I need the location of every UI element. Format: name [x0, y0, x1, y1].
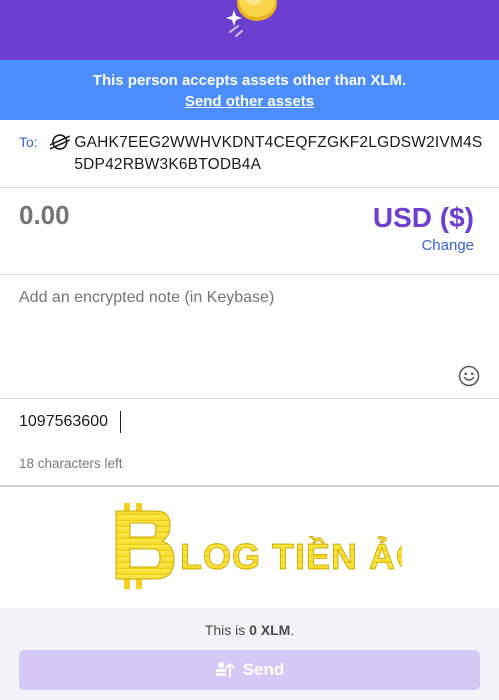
- amount-input[interactable]: [19, 200, 219, 231]
- note-area: [0, 275, 499, 399]
- balance-suffix: .: [290, 622, 295, 638]
- svg-text:LOG TIỀN ẢO: LOG TIỀN ẢO: [180, 536, 402, 577]
- coin-sparkle-icon: [226, 0, 277, 37]
- stellar-icon: [49, 134, 70, 150]
- recipient-address[interactable]: GAHK7EEG2WWHVKDNT4CEQFZGKF2LGDSW2IVM4S5D…: [74, 132, 489, 187]
- recipient-row: To: GAHK7EEG2WWHVKDNT4CEQFZGKF2LGDSW2IVM…: [0, 120, 499, 188]
- send-money-icon: [215, 662, 235, 677]
- footer: This is 0 XLM. Send: [0, 608, 499, 700]
- currency-label: USD ($): [372, 202, 474, 233]
- send-other-assets-link[interactable]: Send other assets: [0, 91, 499, 113]
- balance-value: 0 XLM: [249, 622, 291, 638]
- memo-input[interactable]: [19, 413, 459, 431]
- balance-line: This is 0 XLM.: [0, 608, 499, 638]
- smiley-icon[interactable]: [458, 365, 480, 387]
- text-caret: [120, 411, 121, 433]
- encrypted-note-input[interactable]: [19, 289, 459, 359]
- chars-left-counter: 18 characters left: [19, 456, 123, 471]
- banner-message: This person accepts assets other than XL…: [92, 72, 407, 89]
- app-header: [0, 0, 499, 60]
- watermark-area: LOG TIỀN ẢO: [0, 487, 499, 607]
- to-label: To:: [19, 134, 38, 150]
- balance-prefix: This is: [204, 622, 250, 638]
- change-currency-link[interactable]: Change: [421, 237, 474, 254]
- blog-tien-ao-watermark-logo: LOG TIỀN ẢO: [115, 503, 402, 589]
- assets-banner: This person accepts assets other than XL…: [0, 60, 499, 120]
- memo-area: 18 characters left: [0, 399, 499, 487]
- send-button-label: Send: [242, 660, 285, 679]
- amount-row: USD ($) Change: [0, 188, 499, 275]
- send-button[interactable]: Send: [19, 650, 480, 690]
